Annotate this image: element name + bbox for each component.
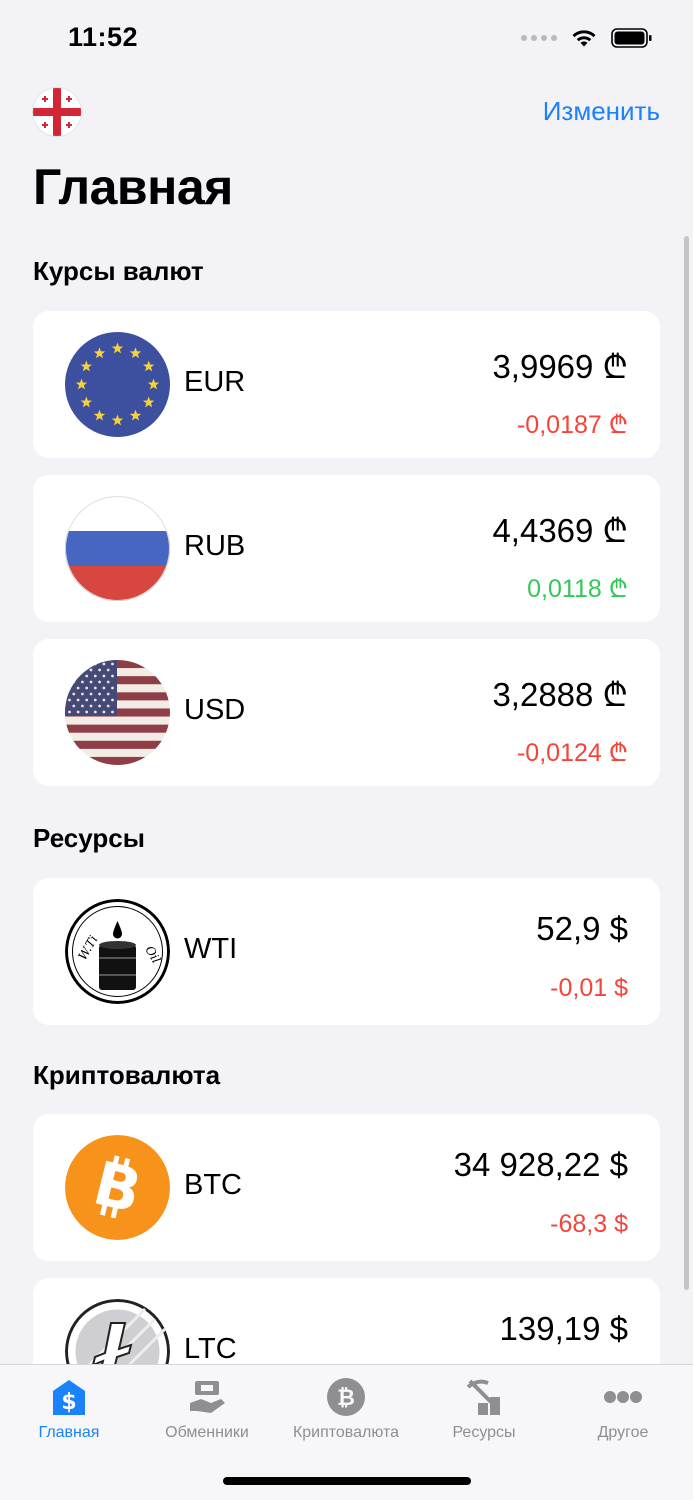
svg-text:$: $: [61, 1390, 76, 1415]
crypto-price: 34 928,22 $: [453, 1146, 628, 1183]
crypto-code: BTC: [184, 1169, 242, 1201]
resource-code: WTI: [184, 933, 238, 965]
currency-card-usd[interactable]: USD 3,2888 ₾ -0,0124 ₾: [33, 639, 660, 786]
battery-icon: [611, 28, 652, 48]
tab-resources[interactable]: Ресурсы: [415, 1365, 553, 1455]
exchange-icon: [190, 1381, 225, 1413]
tab-label: Ресурсы: [452, 1424, 516, 1441]
tab-crypto[interactable]: ₿ Криптовалюта: [277, 1365, 415, 1455]
wifi-icon: [572, 30, 596, 47]
tab-label: Криптовалюта: [292, 1424, 400, 1441]
eu-flag-icon: [65, 332, 170, 437]
russia-flag-icon: [65, 496, 170, 601]
currency-code: USD: [184, 694, 246, 726]
oil-barrel-icon: W.Ti Oil: [65, 899, 170, 1004]
resource-change: -0,01 $: [550, 974, 628, 1002]
status-bar: 11:52: [0, 0, 693, 80]
bitcoin-logo-icon: B: [65, 1135, 170, 1240]
home-indicator[interactable]: [223, 1477, 471, 1485]
crypto-card-btc[interactable]: B BTC 34 928,22 $ -68,3 $: [33, 1114, 660, 1261]
georgia-flag-icon: [33, 88, 81, 136]
crypto-change: -68,3 $: [550, 1210, 628, 1238]
tab-home[interactable]: $ Главная: [0, 1365, 138, 1455]
status-icons: [521, 28, 653, 48]
currency-change: -0,0124 ₾: [516, 739, 628, 767]
home-dollar-icon: $: [53, 1380, 85, 1415]
crypto-code: LTC: [184, 1333, 237, 1365]
signal-icon: [521, 35, 557, 41]
status-time: 11:52: [68, 22, 139, 52]
georgia-flag-avatar[interactable]: [33, 88, 81, 136]
section-title-crypto: Криптовалюта: [33, 1060, 221, 1090]
more-icon: [604, 1391, 642, 1403]
bitcoin-icon: ₿: [327, 1378, 365, 1416]
tab-label: Другое: [597, 1424, 649, 1441]
resource-card-wti[interactable]: W.Ti Oil WTI 52,9 $ -0,01 $: [33, 878, 660, 1025]
currency-code: EUR: [184, 366, 246, 398]
resources-icon: [466, 1379, 500, 1415]
currency-change: 0,0118 ₾: [527, 575, 628, 603]
scroll-indicator[interactable]: [684, 236, 689, 1290]
tab-label: Обменники: [165, 1424, 249, 1441]
section-title-currencies: Курсы валют: [33, 256, 204, 286]
currency-change: -0,0187 ₾: [516, 411, 628, 439]
svg-text:₿: ₿: [337, 1386, 355, 1411]
currency-code: RUB: [184, 530, 246, 562]
resource-price: 52,9 $: [536, 910, 628, 947]
currency-card-eur[interactable]: EUR 3,9969 ₾ -0,0187 ₾: [33, 311, 660, 458]
section-title-resources: Ресурсы: [33, 823, 145, 853]
tab-other[interactable]: Другое: [554, 1365, 692, 1455]
currency-card-rub[interactable]: RUB 4,4369 ₾ 0,0118 ₾: [33, 475, 660, 622]
currency-price: 3,9969 ₾: [492, 348, 628, 385]
tab-label: Главная: [38, 1424, 100, 1441]
currency-price: 3,2888 ₾: [492, 676, 628, 713]
crypto-price: 139,19 $: [499, 1310, 628, 1347]
page-title: Главная: [33, 159, 233, 215]
edit-button[interactable]: Изменить: [543, 96, 660, 127]
tab-exchangers[interactable]: Обменники: [138, 1365, 276, 1455]
usa-flag-icon: [65, 660, 170, 765]
currency-price: 4,4369 ₾: [492, 512, 628, 549]
